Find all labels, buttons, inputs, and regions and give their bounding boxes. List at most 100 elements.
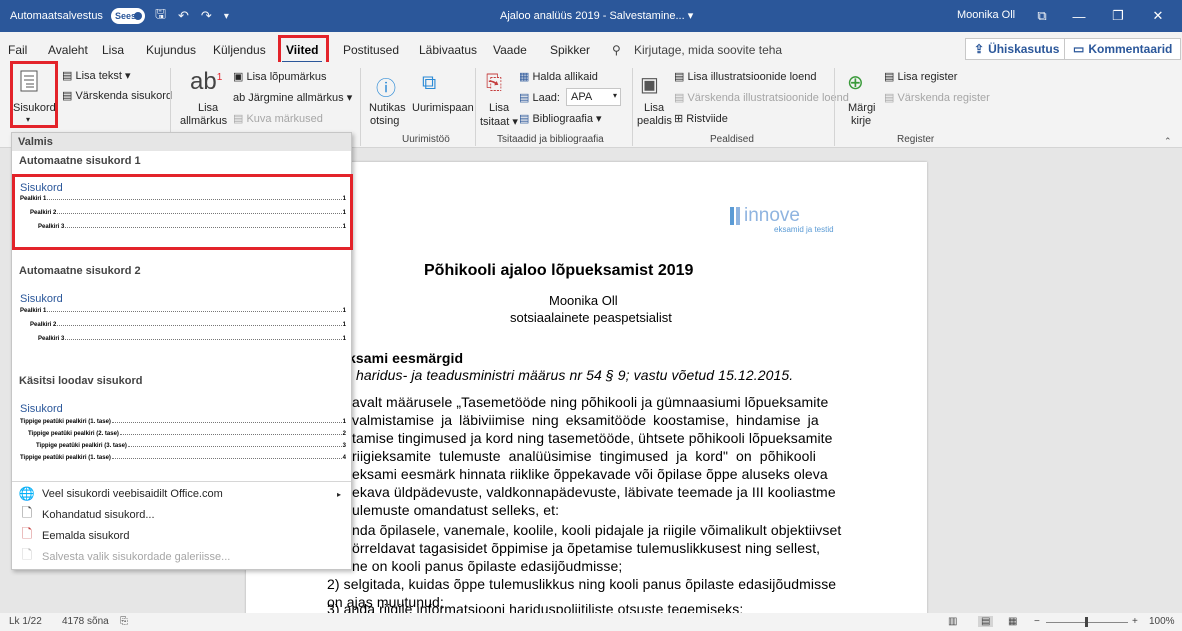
group-label-captions: Pealdised bbox=[710, 134, 754, 145]
doc-paragraph-line: 2) selgitada, kuidas õppe tulemuslikkus … bbox=[327, 576, 837, 592]
tab-design[interactable]: Kujundus bbox=[146, 43, 196, 57]
show-notes-icon: ▤ bbox=[233, 113, 247, 125]
page-count[interactable]: Lk 1/22 bbox=[9, 616, 42, 627]
update-toc-button[interactable]: ▤ Värskenda sisukord bbox=[62, 89, 172, 102]
author-name: Moonika Oll bbox=[549, 293, 618, 308]
insert-caption-icon: ▣ bbox=[640, 74, 659, 96]
remove-document-icon: 🗋 bbox=[21, 526, 33, 541]
close-icon[interactable]: ✕ bbox=[1140, 0, 1176, 32]
custom-toc-menu-item[interactable]: 🗋 Kohandatud sisukord... bbox=[12, 505, 351, 524]
insert-citation-button-2[interactable]: tsitaat ▾ bbox=[480, 115, 518, 128]
save-to-gallery-menu-item[interactable]: 🗋 Salvesta valik sisukordade galeriisse..… bbox=[12, 547, 351, 566]
insert-caption-button-2[interactable]: pealdis bbox=[637, 115, 672, 127]
document-icon: 🗋 bbox=[21, 505, 33, 520]
insert-caption-button[interactable]: Lisa bbox=[644, 102, 664, 114]
word-count[interactable]: 4178 sõna bbox=[62, 616, 109, 627]
mark-entry-button-2[interactable]: kirje bbox=[851, 115, 871, 127]
insert-footnote-button[interactable]: Lisa bbox=[198, 102, 218, 114]
smart-lookup-button[interactable]: Nutikas bbox=[369, 102, 406, 114]
zoom-out-icon[interactable]: − bbox=[1034, 616, 1040, 627]
next-footnote-button[interactable]: ab Järgmine allmärkus ▾ bbox=[233, 91, 352, 104]
search-icon[interactable]: ⚲ bbox=[612, 43, 621, 57]
smart-lookup-button-2[interactable]: otsing bbox=[370, 115, 399, 127]
comments-button[interactable]: ▭ Kommentaarid bbox=[1064, 38, 1182, 60]
tab-help[interactable]: Spikker bbox=[550, 43, 590, 57]
tab-view[interactable]: Vaade bbox=[493, 43, 527, 57]
refresh-icon: ▤ bbox=[674, 92, 688, 104]
add-text-button[interactable]: ▤ Lisa tekst ▾ bbox=[62, 69, 131, 82]
chevron-down-icon: ▾ bbox=[612, 91, 617, 100]
read-mode-icon[interactable]: ▥ bbox=[948, 616, 957, 627]
toc-option-auto2[interactable]: Sisukord Pealkiri 11 Pealkiri 21 Pealkir… bbox=[12, 283, 351, 355]
document-title[interactable]: Ajaloo analüüs 2019 - Salvestamine... ▾ bbox=[500, 9, 693, 22]
comment-icon: ▭ bbox=[1073, 42, 1085, 56]
share-button[interactable]: ⇪ Ühiskasutus bbox=[965, 38, 1069, 60]
user-name[interactable]: Moonika Oll bbox=[957, 9, 1015, 21]
tab-layout[interactable]: Küljendus bbox=[213, 43, 266, 57]
insert-citation-button[interactable]: Lisa bbox=[489, 102, 509, 114]
divider bbox=[12, 481, 351, 482]
divider bbox=[834, 68, 835, 146]
tab-review[interactable]: Läbivaatus bbox=[419, 43, 477, 57]
undo-icon[interactable]: ↶ bbox=[176, 8, 191, 24]
bibliography-icon: ▤ bbox=[519, 113, 533, 125]
toc-preview-line: Pealkiri 11 bbox=[20, 308, 346, 314]
redo-icon[interactable]: ↷ bbox=[199, 8, 214, 24]
gallery-section-auto2: Automaatne sisukord 2 bbox=[19, 265, 141, 277]
toc-preview-line: Pealkiri 31 bbox=[38, 336, 346, 342]
print-layout-icon[interactable]: ▤ bbox=[978, 616, 994, 627]
more-tocs-menu-item[interactable]: 🌐 Veel sisukordi veebisaidilt Office.com ▸ bbox=[12, 485, 351, 503]
manage-sources-button[interactable]: ▦ Halda allikaid bbox=[519, 70, 598, 83]
cross-reference-button[interactable]: ⊞ Ristviide bbox=[674, 112, 728, 125]
share-icon: ⇪ bbox=[974, 42, 985, 56]
toc-preview-line: Tippige peatüki pealkiri (1. tase) 1 bbox=[20, 419, 346, 425]
insert-tof-button[interactable]: ▤ Lisa illustratsioonide loend bbox=[674, 70, 816, 83]
smart-lookup-icon: ⓘ bbox=[376, 78, 396, 100]
proofing-icon[interactable]: ⎘ bbox=[120, 616, 128, 627]
tab-file[interactable]: Fail bbox=[8, 43, 27, 57]
researcher-button[interactable]: Uurimispaan bbox=[412, 102, 474, 114]
save-icon[interactable]: 🖫 bbox=[153, 5, 168, 27]
restore-icon[interactable]: ❐ bbox=[1100, 0, 1136, 32]
endnote-icon: ▣ bbox=[233, 71, 247, 83]
toc-preview-line: Tippige peatüki pealkiri (1. tase) 4 bbox=[20, 455, 346, 461]
toc-preview-line: Tippige peatüki pealkiri (3. tase) 3 bbox=[36, 443, 346, 449]
ribbon-display-icon[interactable]: ⧉ bbox=[1024, 0, 1060, 32]
tell-me-input[interactable]: Kirjutage, mida soovite teha bbox=[634, 43, 782, 57]
tab-insert[interactable]: Lisa bbox=[102, 43, 124, 57]
autosave-toggle[interactable]: Sees bbox=[110, 8, 145, 24]
update-index-button[interactable]: ▤ Värskenda register bbox=[884, 91, 990, 104]
doc-paragraph-line: ulemuste omandatust selleks, et: bbox=[352, 502, 560, 518]
collapse-ribbon-icon[interactable]: ⌃ bbox=[1164, 136, 1172, 147]
minimize-icon[interactable]: — bbox=[1061, 0, 1097, 32]
add-text-icon: ▤ bbox=[62, 70, 76, 82]
vertical-scrollbar[interactable] bbox=[1166, 148, 1182, 613]
autosave-label: Automaatsalvestus bbox=[10, 10, 103, 22]
refresh-icon: ▤ bbox=[884, 92, 898, 104]
highlight-auto-toc-1 bbox=[12, 174, 353, 250]
zoom-slider-thumb[interactable] bbox=[1085, 617, 1088, 627]
doc-paragraph-line: riigieksamite tulemuste analüüsimise tin… bbox=[352, 448, 816, 464]
tab-home[interactable]: Avaleht bbox=[48, 43, 88, 57]
zoom-level[interactable]: 100% bbox=[1149, 616, 1175, 627]
show-notes-button[interactable]: ▤ Kuva märkused bbox=[233, 112, 323, 125]
insert-index-button[interactable]: ▤ Lisa register bbox=[884, 70, 957, 83]
web-layout-icon[interactable]: ▦ bbox=[1008, 616, 1017, 627]
zoom-in-icon[interactable]: + bbox=[1132, 616, 1138, 627]
remove-toc-menu-item[interactable]: 🗋 Eemalda sisukord bbox=[12, 526, 351, 545]
toc-option-manual[interactable]: Sisukord Tippige peatüki pealkiri (1. ta… bbox=[12, 395, 351, 477]
mark-entry-button[interactable]: Märgi bbox=[848, 102, 876, 114]
bibliography-button[interactable]: ▤ Bibliograafia ▾ bbox=[519, 112, 602, 125]
insert-endnote-button[interactable]: ▣ Lisa lõpumärkus bbox=[233, 70, 327, 83]
insert-footnote-button-2[interactable]: allmärkus bbox=[180, 115, 227, 127]
customize-qat-icon[interactable]: ▾ bbox=[222, 11, 231, 22]
update-tof-button[interactable]: ▤ Värskenda illustratsioonide loend bbox=[674, 91, 849, 104]
doc-paragraph-line: örreldavat tagasisidet õppimise ja õpeta… bbox=[352, 540, 821, 556]
tab-mailings[interactable]: Postitused bbox=[343, 43, 399, 57]
style-icon: ▤ bbox=[519, 92, 533, 104]
style-select[interactable]: APA ▾ bbox=[566, 88, 621, 106]
next-footnote-icon: ab bbox=[233, 92, 249, 104]
logo-name: innove bbox=[744, 205, 800, 226]
toc-preview-title: Sisukord bbox=[20, 293, 63, 305]
table-of-figures-icon: ▤ bbox=[674, 71, 688, 83]
